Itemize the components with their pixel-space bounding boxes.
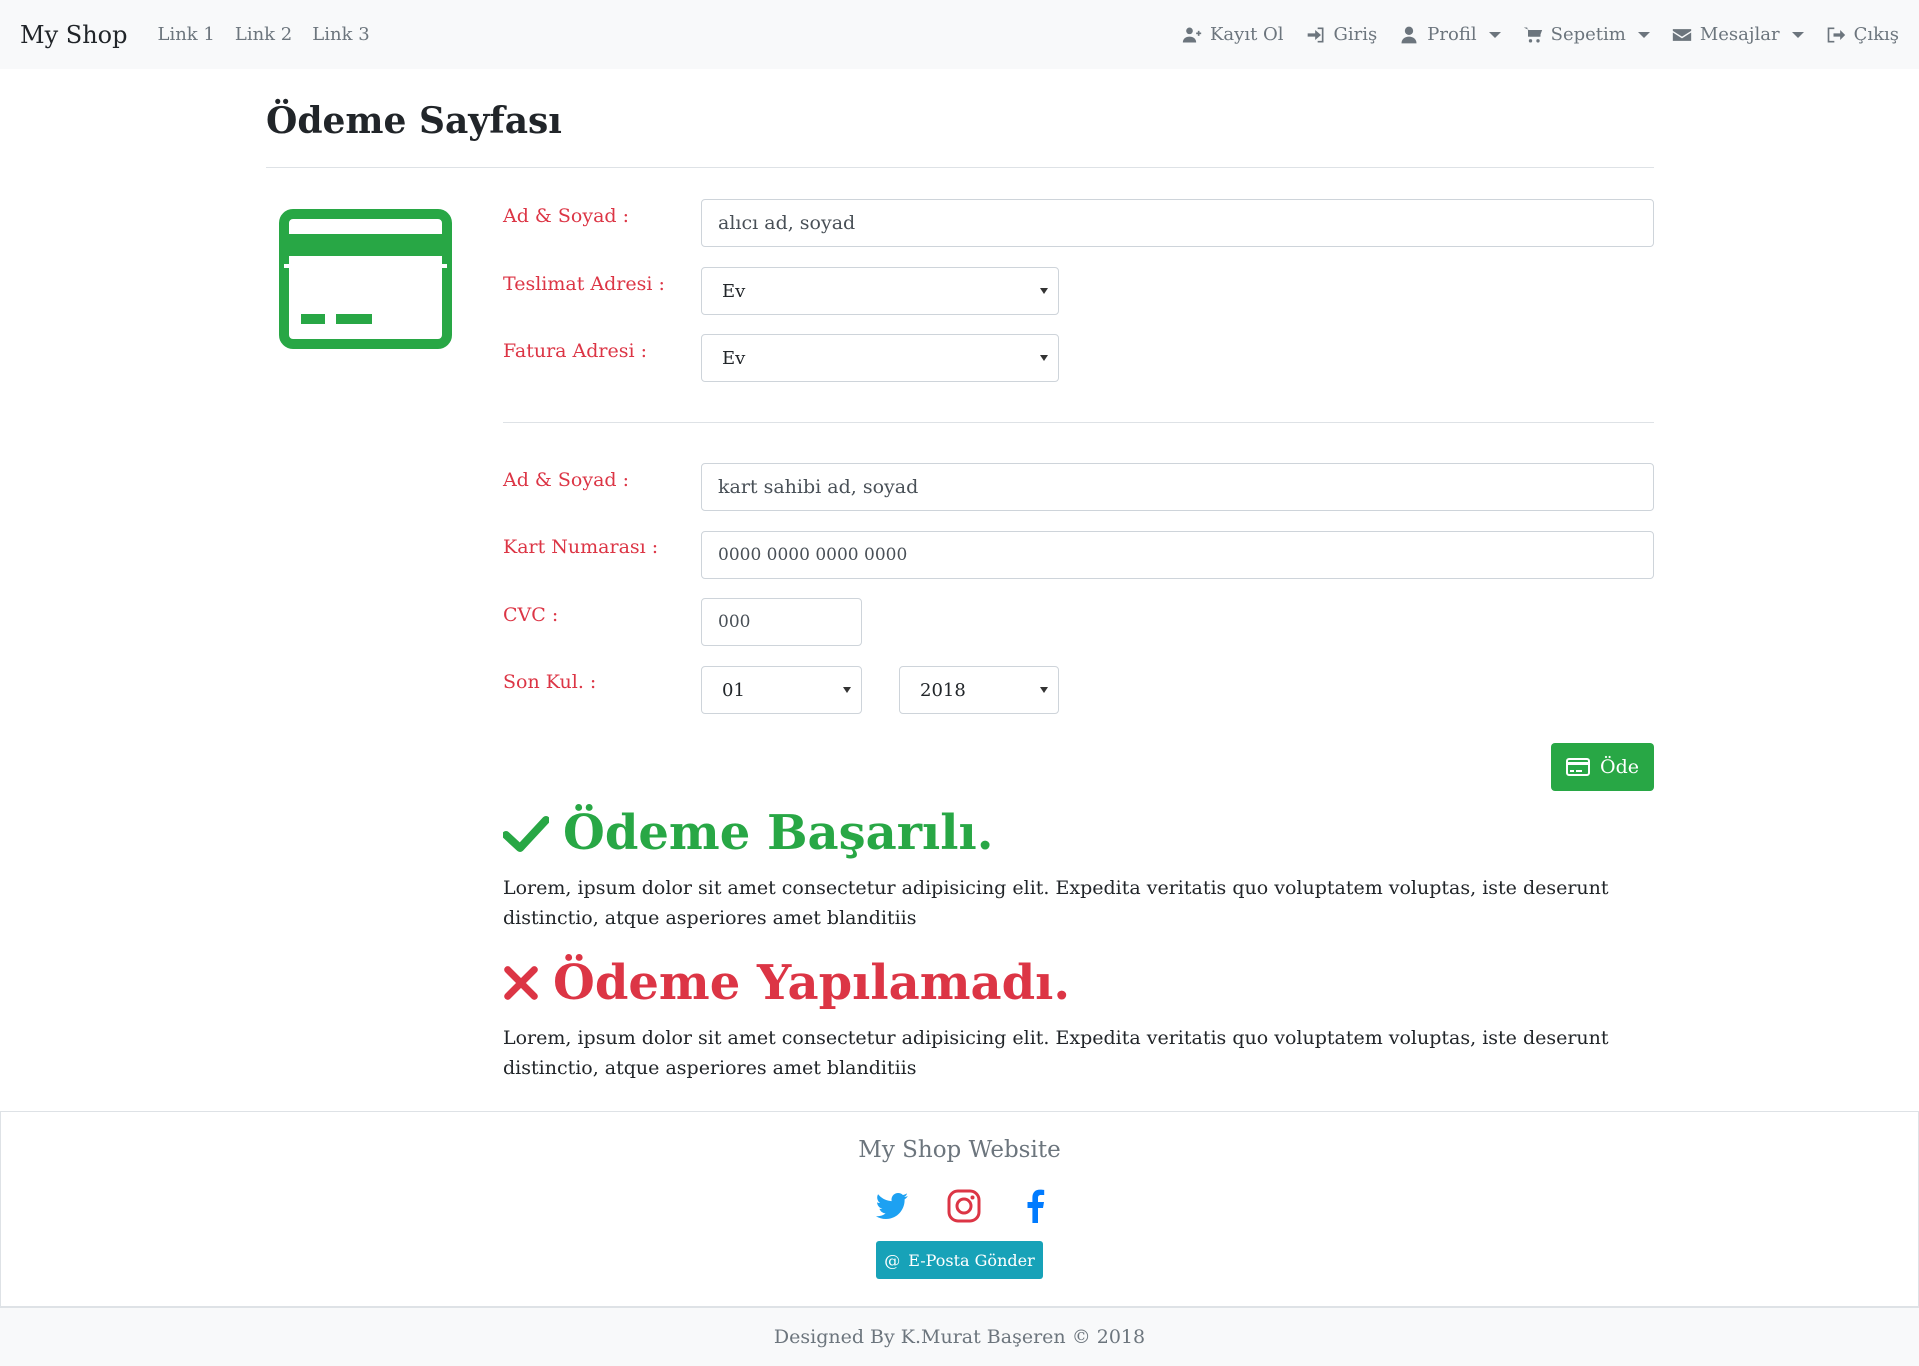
credit-card-icon [1566,758,1590,776]
success-text: Lorem, ipsum dolor sit amet consectetur … [503,877,1609,929]
nav-links: Link 1 Link 2 Link 3 [157,24,369,45]
instagram-icon[interactable] [946,1188,982,1224]
chevron-down-icon [1040,288,1048,294]
cardholder-name-label: Ad & Soyad : [503,469,629,491]
social-links [874,1188,1054,1224]
login-link[interactable]: Giriş [1306,24,1378,45]
pay-button[interactable]: Öde [1551,743,1654,791]
success-title: Ödeme Başarılı. [563,805,994,861]
nav-right: Kayıt Ol Giriş Profil Sepetim Mesajlar Ç… [1182,24,1899,45]
delivery-address-label: Teslimat Adresi : [503,273,665,295]
billing-address-value: Ev [722,347,746,369]
fail-heading: Ödeme Yapılamadı. [503,955,1070,1011]
send-email-button[interactable]: @ E-Posta Gönder [876,1241,1043,1279]
chevron-down-icon [1040,687,1048,693]
expiry-label: Son Kul. : [503,671,597,693]
brand-logo[interactable]: My Shop [20,21,127,49]
recipient-name-label: Ad & Soyad : [503,205,629,227]
navbar: My Shop Link 1 Link 2 Link 3 Kayıt Ol Gi… [0,0,1919,69]
envelope-icon [1672,28,1691,41]
nav-link-3[interactable]: Link 3 [312,24,369,45]
divider [266,167,1654,168]
billing-address-select[interactable]: Ev [701,334,1059,382]
fail-title: Ödeme Yapılamadı. [553,955,1071,1011]
expiry-year-select[interactable]: 2018 [899,666,1059,714]
expiry-month-select[interactable]: 01 [701,666,862,714]
profile-dropdown[interactable]: Profil [1399,24,1501,45]
cart-dropdown[interactable]: Sepetim [1523,24,1650,45]
cart-label: Sepetim [1550,24,1626,45]
page-title: Ödeme Sayfası [266,100,562,142]
messages-dropdown[interactable]: Mesajlar [1672,24,1804,45]
fail-text: Lorem, ipsum dolor sit amet consectetur … [503,1027,1609,1079]
messages-label: Mesajlar [1699,24,1780,45]
nav-link-2[interactable]: Link 2 [235,24,292,45]
cardholder-name-input[interactable]: kart sahibi ad, soyad [701,463,1654,511]
card-number-input[interactable]: 0000 0000 0000 0000 [701,531,1654,579]
login-label: Giriş [1333,24,1378,45]
chevron-down-icon [843,687,851,693]
billing-address-label: Fatura Adresi : [503,340,648,362]
check-icon [503,816,549,852]
footer-title: My Shop Website [858,1137,1061,1163]
expiry-year-value: 2018 [920,679,966,701]
user-plus-icon [1182,27,1202,42]
pay-button-label: Öde [1600,756,1639,778]
cvc-label: CVC : [503,604,559,626]
chevron-down-icon [1791,31,1804,38]
card-number-label: Kart Numarası : [503,536,659,558]
close-icon [504,966,538,1000]
register-label: Kayıt Ol [1209,24,1284,45]
delivery-address-value: Ev [722,280,746,302]
profile-label: Profil [1427,24,1477,45]
nav-link-1[interactable]: Link 1 [157,24,214,45]
chevron-down-icon [1040,355,1048,361]
send-email-label: E-Posta Gönder [908,1250,1035,1270]
section-divider [503,422,1654,423]
cart-icon [1523,27,1542,42]
sign-out-icon [1827,27,1845,42]
cvc-input[interactable]: 000 [701,598,862,646]
copyright-bar: Designed By K.Murat Başeren © 2018 [0,1307,1919,1366]
at-icon: @ [884,1250,901,1270]
delivery-address-select[interactable]: Ev [701,267,1059,315]
facebook-icon[interactable] [1018,1188,1054,1224]
recipient-name-input[interactable]: alıcı ad, soyad [701,199,1654,247]
expiry-month-value: 01 [722,679,745,701]
sign-in-icon [1307,27,1324,42]
logout-link[interactable]: Çıkış [1826,24,1899,45]
twitter-icon[interactable] [874,1188,910,1224]
credit-card-icon [279,209,452,349]
register-link[interactable]: Kayıt Ol [1182,24,1284,45]
chevron-down-icon [1488,31,1501,38]
success-heading: Ödeme Başarılı. [503,805,993,861]
copyright-text: Designed By K.Murat Başeren © 2018 [773,1326,1146,1348]
logout-label: Çıkış [1853,24,1899,45]
user-icon [1401,26,1417,43]
chevron-down-icon [1637,31,1650,38]
